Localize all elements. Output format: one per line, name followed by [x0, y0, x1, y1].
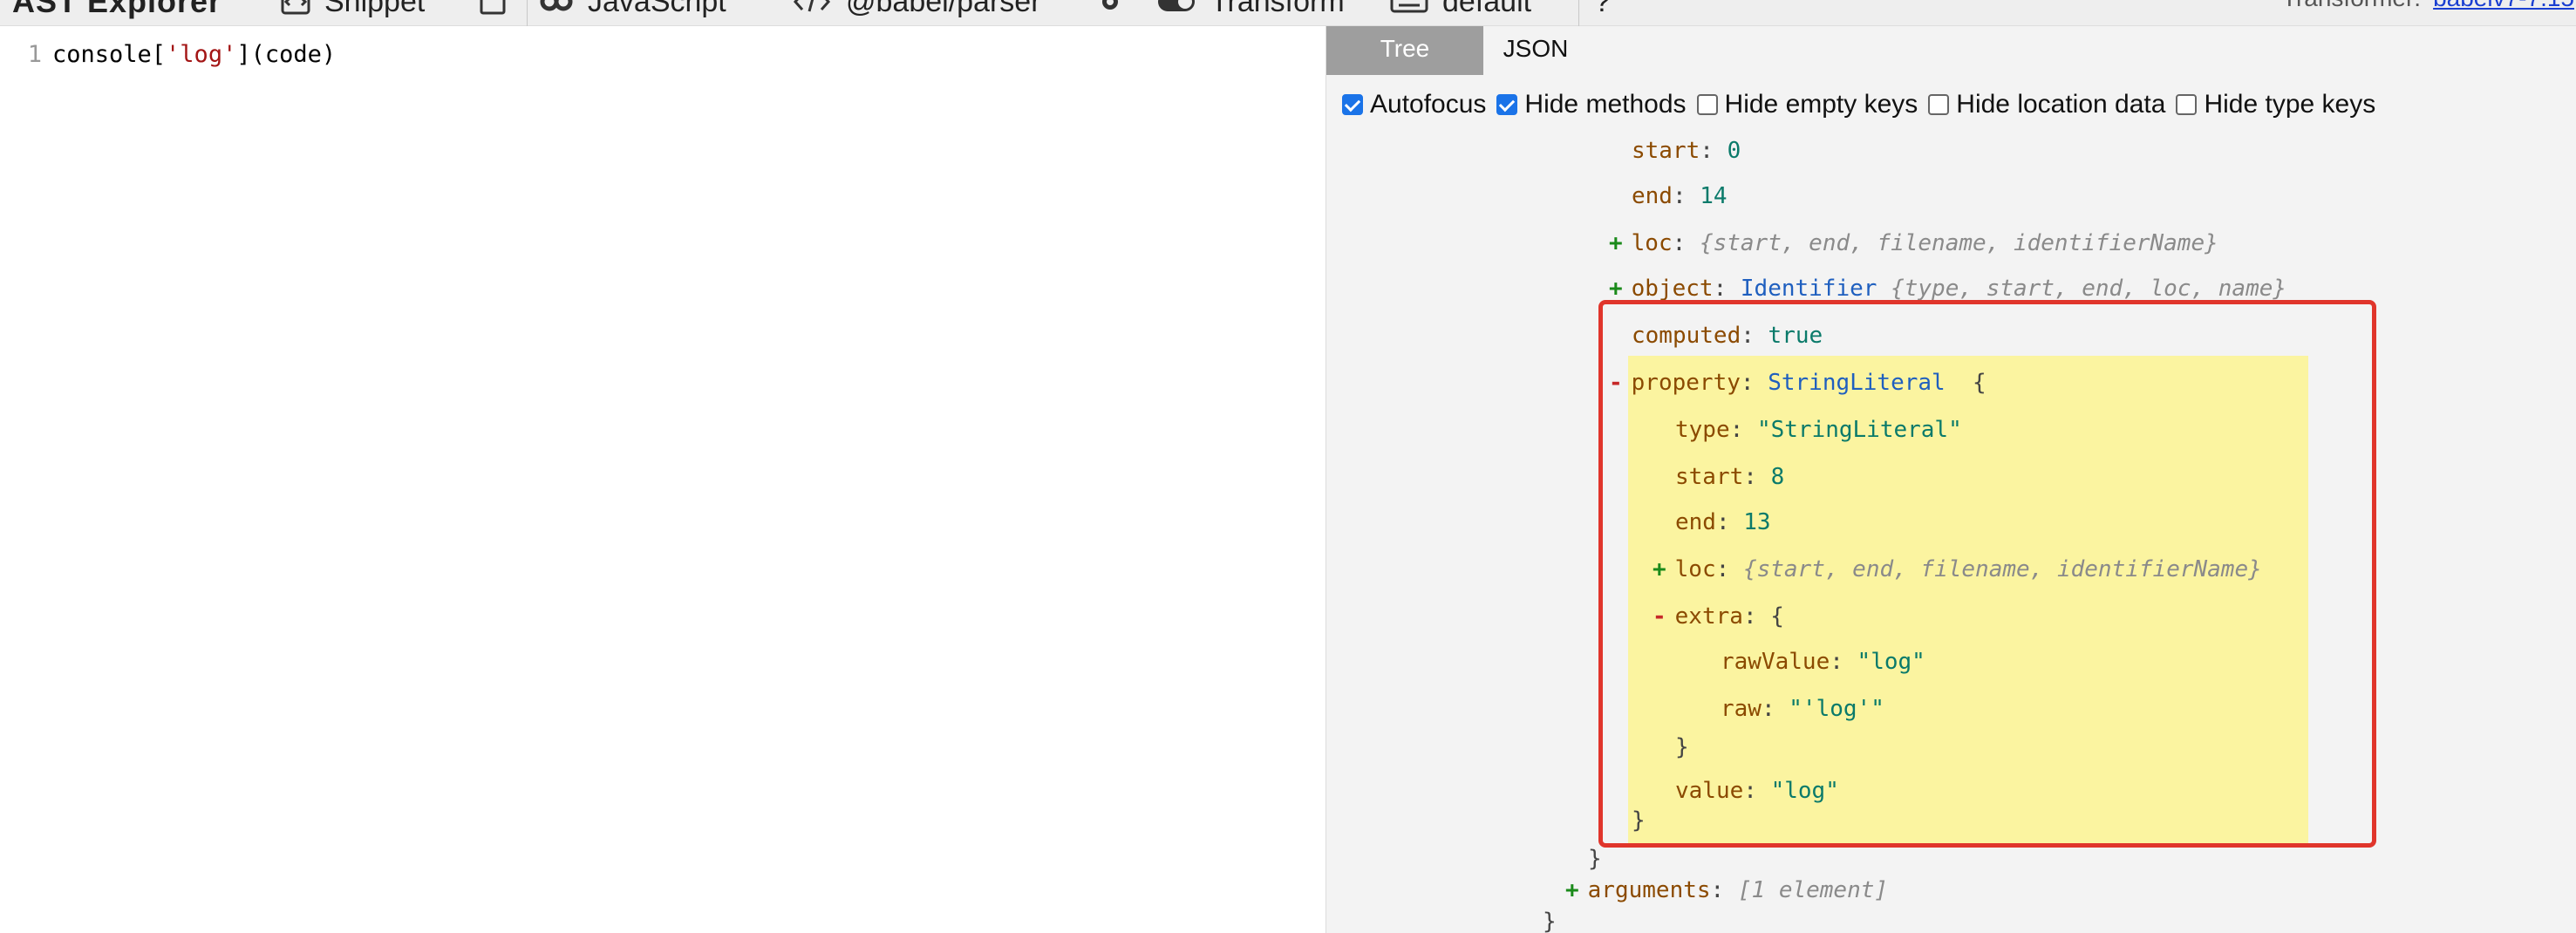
tree-row[interactable]: end: 14: [1632, 181, 1728, 211]
tree-row[interactable]: end: 13: [1675, 507, 1771, 537]
tree-key: start: [1632, 138, 1700, 164]
tree-key: loc: [1631, 230, 1673, 256]
toolbar-divider: [1578, 0, 1579, 26]
expand-icon[interactable]: +: [1565, 877, 1579, 903]
keyboard-icon: [1390, 0, 1428, 13]
tree-brace: }: [1588, 846, 1602, 872]
tree-value: "log": [1770, 778, 1839, 804]
tree-key: end: [1632, 183, 1673, 209]
tree-brace: }: [1675, 734, 1689, 760]
code-editor[interactable]: 1 console[ 'log' ](code): [0, 26, 1325, 933]
keymap-label: default: [1442, 0, 1532, 18]
tree-brace: {: [1973, 370, 1987, 396]
tree-value: 0: [1727, 138, 1741, 164]
tree-value: "log": [1857, 649, 1925, 675]
code-string-token: 'log': [166, 40, 237, 68]
tree-value: true: [1768, 323, 1823, 349]
toolbar-divider: [527, 0, 528, 26]
help-button[interactable]: ?: [1594, 0, 1611, 26]
tree-row-collapsed[interactable]: + object: Identifier {type, start, end, …: [1609, 274, 2286, 303]
app-title: AST Explorer: [12, 0, 222, 19]
parser-settings-button[interactable]: [1095, 0, 1139, 26]
tree-row[interactable]: computed: true: [1632, 321, 1823, 351]
transformer-label: Transformer:: [2282, 0, 2421, 12]
transformer-info: Transformer: babelv7-7.15: [2282, 0, 2574, 19]
tree-key: object: [1631, 276, 1714, 302]
save-icon: [480, 0, 506, 15]
tree-row[interactable]: raw: "'log'": [1721, 694, 1884, 724]
tree-value: "'log'": [1789, 696, 1884, 722]
code-token: console[: [52, 40, 167, 68]
tree-row[interactable]: start: 0: [1632, 136, 1741, 166]
tree-node-type: Identifier: [1740, 276, 1877, 302]
tree-brace: }: [1543, 909, 1557, 933]
snippet-label: Snippet: [324, 0, 426, 18]
transform-label: Transform: [1210, 0, 1345, 18]
snippet-icon: [281, 0, 310, 15]
tree-summary: {start, end, filename, identifierName}: [1699, 230, 2218, 256]
ast-tree: start: 0 end: 14 + loc: {start, end, fil…: [1326, 26, 2576, 933]
code-language-icon: [540, 0, 573, 11]
tree-key: start: [1675, 464, 1744, 490]
tree-row-collapsed[interactable]: + arguments: [1 element]: [1565, 875, 1888, 905]
collapse-icon[interactable]: -: [1653, 603, 1666, 630]
parser-label: @babel/parser: [846, 0, 1041, 18]
transform-menu[interactable]: Transform: [1156, 0, 1345, 26]
tree-value: "StringLiteral": [1756, 417, 1962, 443]
tree-key: computed: [1632, 323, 1741, 349]
tree-key: value: [1675, 778, 1744, 804]
tree-key: rawValue: [1721, 649, 1830, 675]
line-number: 1: [27, 40, 42, 68]
tree-row: }: [1543, 907, 1557, 933]
code-line[interactable]: 1 console[ 'log' ](code): [0, 37, 336, 72]
toggle-icon: [1158, 0, 1195, 11]
output-pane: Tree JSON Autofocus Hide methods Hide em…: [1325, 26, 2576, 933]
tree-row[interactable]: type: "StringLiteral": [1675, 415, 1962, 445]
tree-row-collapsed[interactable]: + loc: {start, end, filename, identifier…: [1653, 555, 2262, 584]
tree-key: end: [1675, 509, 1716, 535]
tree-summary: {start, end, filename, identifierName}: [1742, 556, 2262, 582]
expand-icon[interactable]: +: [1609, 276, 1623, 302]
tree-brace: {: [1770, 603, 1784, 630]
snippet-menu[interactable]: Snippet: [281, 0, 425, 26]
code-token: ](code): [236, 40, 337, 68]
expand-icon[interactable]: +: [1653, 556, 1666, 582]
tree-row[interactable]: start: 8: [1675, 462, 1784, 492]
expand-icon[interactable]: +: [1609, 230, 1623, 256]
toolbar: AST Explorer Snippet JavaScript @babel/p…: [0, 0, 2576, 26]
tree-row: }: [1588, 844, 1602, 874]
tree-row: }: [1632, 806, 1646, 835]
tree-row-collapsed[interactable]: + loc: {start, end, filename, identifier…: [1609, 228, 2218, 258]
tree-brace: }: [1632, 807, 1646, 834]
gear-icon: [1102, 0, 1118, 10]
save-button[interactable]: [478, 0, 521, 26]
tree-summary: [1 element]: [1737, 877, 1889, 903]
language-menu[interactable]: JavaScript: [539, 0, 726, 26]
tree-value: 8: [1770, 464, 1785, 490]
transformer-version-link[interactable]: babelv7-7.15: [2433, 0, 2574, 12]
tree-row-expanded[interactable]: - property: StringLiteral {: [1609, 368, 1987, 398]
collapse-icon[interactable]: -: [1609, 370, 1623, 396]
tree-key: property: [1631, 370, 1741, 396]
tree-value: 14: [1700, 183, 1728, 209]
tree-row[interactable]: value: "log": [1675, 776, 1839, 806]
tree-key: arguments: [1587, 877, 1711, 903]
keymap-menu[interactable]: default: [1390, 0, 1531, 26]
parser-menu[interactable]: @babel/parser: [792, 0, 1041, 26]
tree-node-type: StringLiteral: [1768, 370, 1946, 396]
tree-key: extra: [1674, 603, 1743, 630]
language-label: JavaScript: [588, 0, 726, 18]
tree-row[interactable]: rawValue: "log": [1721, 647, 1925, 677]
tree-key: type: [1675, 417, 1730, 443]
tree-row-expanded[interactable]: - extra: {: [1653, 602, 1784, 631]
tree-row: }: [1675, 732, 1689, 762]
tree-summary: {type, start, end, loc, name}: [1891, 276, 2287, 302]
code-brackets-icon: [793, 0, 831, 12]
tree-value: 13: [1743, 509, 1771, 535]
tree-key: raw: [1721, 696, 1762, 722]
tree-key: loc: [1674, 556, 1716, 582]
